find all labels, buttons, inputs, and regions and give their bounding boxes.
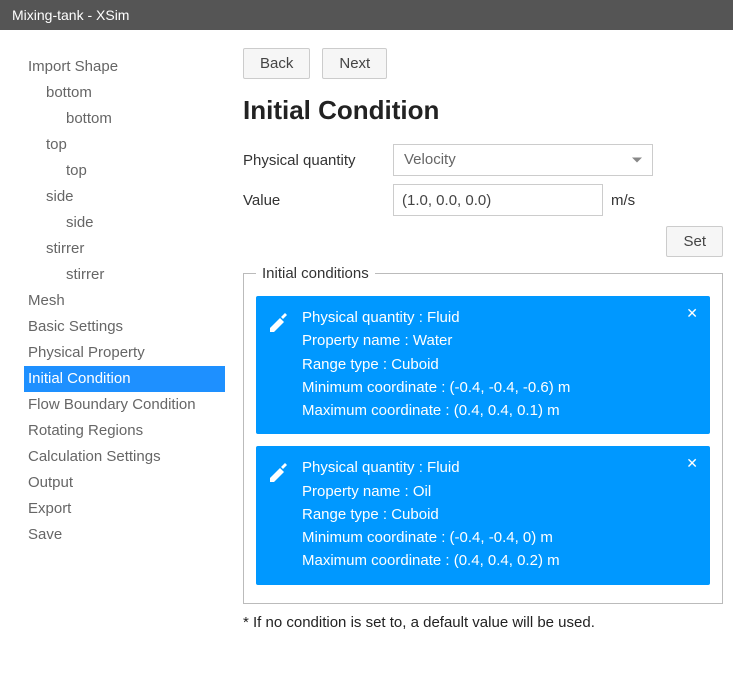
close-icon[interactable]: ✕ (686, 456, 698, 470)
physical-quantity-label: Physical quantity (243, 152, 393, 169)
value-unit: m/s (611, 192, 635, 209)
chevron-down-icon (632, 158, 642, 163)
tree-item[interactable]: Initial Condition (24, 366, 225, 392)
next-button[interactable]: Next (322, 48, 387, 79)
back-button[interactable]: Back (243, 48, 310, 79)
condition-line: Physical quantity : Fluid (302, 456, 696, 479)
condition-card[interactable]: ✕Physical quantity : FluidProperty name … (256, 296, 710, 434)
footnote: * If no condition is set to, a default v… (243, 614, 723, 631)
value-label: Value (243, 192, 393, 209)
condition-line: Property name : Oil (302, 480, 696, 503)
window-titlebar: Mixing-tank - XSim (0, 0, 733, 30)
tree-item[interactable]: stirrer (24, 236, 225, 262)
initial-conditions-fieldset: Initial conditions ✕Physical quantity : … (243, 265, 723, 604)
condition-line: Physical quantity : Fluid (302, 306, 696, 329)
physical-quantity-select[interactable]: Velocity (393, 144, 653, 176)
tree-item[interactable]: bottom (24, 80, 225, 106)
tree-item[interactable]: Calculation Settings (24, 444, 225, 470)
tree-item[interactable]: Save (24, 522, 225, 548)
initial-conditions-legend: Initial conditions (256, 265, 375, 282)
window-title: Mixing-tank - XSim (12, 7, 129, 23)
tree-item[interactable]: Basic Settings (24, 314, 225, 340)
tree-item[interactable]: Rotating Regions (24, 418, 225, 444)
tree-item[interactable]: side (24, 184, 225, 210)
condition-line: Minimum coordinate : (-0.4, -0.4, 0) m (302, 526, 696, 549)
tree-item[interactable]: bottom (24, 106, 225, 132)
condition-line: Maximum coordinate : (0.4, 0.4, 0.2) m (302, 549, 696, 572)
condition-line: Maximum coordinate : (0.4, 0.4, 0.1) m (302, 399, 696, 422)
page-title: Initial Condition (243, 95, 723, 126)
tree-item[interactable]: Export (24, 496, 225, 522)
sidebar: Import Shapebottombottomtoptopsidesidest… (0, 30, 225, 675)
close-icon[interactable]: ✕ (686, 306, 698, 320)
tree-item[interactable]: Physical Property (24, 340, 225, 366)
value-input[interactable] (393, 184, 603, 216)
tree-item[interactable]: Mesh (24, 288, 225, 314)
tree-item[interactable]: stirrer (24, 262, 225, 288)
tree-item[interactable]: top (24, 158, 225, 184)
condition-card[interactable]: ✕Physical quantity : FluidProperty name … (256, 446, 710, 584)
brush-icon (266, 460, 290, 484)
brush-icon (266, 310, 290, 334)
tree-item[interactable]: top (24, 132, 225, 158)
physical-quantity-value: Velocity (404, 151, 456, 168)
tree-item[interactable]: side (24, 210, 225, 236)
tree-item[interactable]: Import Shape (24, 54, 225, 80)
main-panel: Back Next Initial Condition Physical qua… (225, 30, 733, 675)
condition-line: Minimum coordinate : (-0.4, -0.4, -0.6) … (302, 376, 696, 399)
condition-line: Property name : Water (302, 329, 696, 352)
tree-item[interactable]: Output (24, 470, 225, 496)
tree-item[interactable]: Flow Boundary Condition (24, 392, 225, 418)
condition-line: Range type : Cuboid (302, 503, 696, 526)
set-button[interactable]: Set (666, 226, 723, 257)
condition-line: Range type : Cuboid (302, 353, 696, 376)
